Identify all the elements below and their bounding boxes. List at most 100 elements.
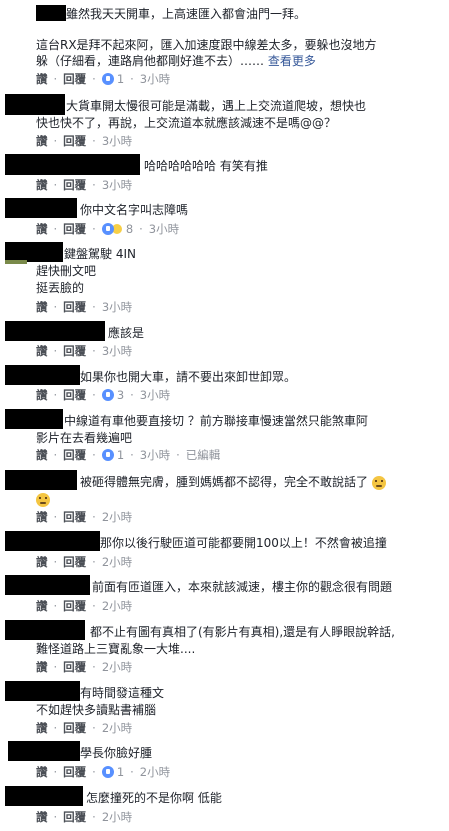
separator: · xyxy=(53,344,58,358)
separator: · xyxy=(53,72,58,86)
comment-text: 如果你也開大車，請不要出來卸世卸眾。 xyxy=(80,370,297,384)
timestamp[interactable]: 3小時 xyxy=(140,388,170,402)
redacted-avatar-name xyxy=(5,365,80,385)
reaction-count[interactable]: 1 xyxy=(117,765,124,779)
comment-actions: 讚 · 回覆 · 8 · 3小時 xyxy=(36,222,179,236)
separator: · xyxy=(92,222,96,236)
reaction-count[interactable]: 1 xyxy=(117,448,124,462)
separator: · xyxy=(92,660,96,674)
reply-link[interactable]: 回覆 xyxy=(63,599,86,613)
like-link[interactable]: 讚 xyxy=(36,178,48,192)
separator: · xyxy=(92,721,96,735)
separator: · xyxy=(92,599,96,613)
like-link[interactable]: 讚 xyxy=(36,555,48,569)
comment-text: 你中文名字叫志障嗎 xyxy=(80,203,189,217)
separator: · xyxy=(53,448,58,462)
separator: · xyxy=(92,344,96,358)
like-link[interactable]: 讚 xyxy=(36,660,48,674)
like-link[interactable]: 讚 xyxy=(36,765,48,779)
comment-text: 這台RX是拜不起來阿，匯入加速度跟中線差太多，要躲也沒地方 xyxy=(36,38,377,52)
like-link[interactable]: 讚 xyxy=(36,721,48,735)
comment-text: 那你以後行駛匝道可能都要開100以上！不然會被追撞 xyxy=(100,536,387,550)
reply-link[interactable]: 回覆 xyxy=(63,510,86,524)
timestamp[interactable]: 2小時 xyxy=(102,599,132,613)
reply-link[interactable]: 回覆 xyxy=(63,222,86,236)
comment-text: 快也快不了，再說，上交流道本就應該減速不是嗎@@？ xyxy=(36,116,337,130)
separator: · xyxy=(53,660,58,674)
separator: · xyxy=(53,599,58,613)
reply-link[interactable]: 回覆 xyxy=(63,555,86,569)
like-reaction-icon[interactable] xyxy=(101,73,114,85)
timestamp[interactable]: 3小時 xyxy=(102,134,132,148)
comment-actions: 讚 · 回覆 · 3小時 xyxy=(36,178,132,192)
redacted-avatar-name xyxy=(5,409,63,429)
like-link[interactable]: 讚 xyxy=(36,344,48,358)
like-link[interactable]: 讚 xyxy=(36,448,48,462)
timestamp[interactable]: 3小時 xyxy=(149,222,179,236)
reply-link[interactable]: 回覆 xyxy=(63,765,86,779)
see-more-link[interactable]: 查看更多 xyxy=(268,54,316,68)
like-reaction-icon[interactable] xyxy=(101,223,114,235)
reaction-count[interactable]: 8 xyxy=(126,222,133,236)
reply-link[interactable]: 回覆 xyxy=(63,134,86,148)
timestamp[interactable]: 3小時 xyxy=(140,72,170,86)
like-reaction-icon[interactable] xyxy=(101,766,114,778)
avatar[interactable] xyxy=(5,260,27,264)
comment-text: 中線道有車他要直接切 ？前方聯接車慢速當然只能煞車阿 xyxy=(64,414,368,428)
like-link[interactable]: 讚 xyxy=(36,72,48,86)
reply-link[interactable]: 回覆 xyxy=(63,300,86,314)
worried-face-emoji-icon xyxy=(371,475,386,490)
separator: · xyxy=(130,72,134,86)
separator: · xyxy=(53,555,58,569)
reply-link[interactable]: 回覆 xyxy=(63,72,86,86)
separator: · xyxy=(176,448,180,462)
like-link[interactable]: 讚 xyxy=(36,300,48,314)
reply-link[interactable]: 回覆 xyxy=(63,178,86,192)
timestamp[interactable]: 2小時 xyxy=(102,555,132,569)
like-reaction-icon[interactable] xyxy=(101,449,114,461)
redacted-avatar-name xyxy=(5,575,90,595)
comment-text xyxy=(36,491,50,507)
timestamp[interactable]: 2小時 xyxy=(102,721,132,735)
like-reaction-icon[interactable] xyxy=(101,389,114,401)
reply-link[interactable]: 回覆 xyxy=(63,721,86,735)
separator: · xyxy=(53,810,58,824)
reaction-count[interactable]: 1 xyxy=(117,72,124,86)
timestamp[interactable]: 3小時 xyxy=(102,344,132,358)
like-link[interactable]: 讚 xyxy=(36,134,48,148)
like-link[interactable]: 讚 xyxy=(36,510,48,524)
worried-face-emoji-icon xyxy=(36,492,50,507)
redacted-avatar-name xyxy=(5,786,83,806)
comment-text: 挺丟臉的 xyxy=(36,281,85,295)
timestamp[interactable]: 2小時 xyxy=(140,765,170,779)
separator: · xyxy=(53,510,58,524)
like-link[interactable]: 讚 xyxy=(36,810,48,824)
timestamp[interactable]: 2小時 xyxy=(102,510,132,524)
comment-actions: 讚 · 回覆 · 2小時 xyxy=(36,555,132,569)
reply-link[interactable]: 回覆 xyxy=(63,448,86,462)
edited-label[interactable]: 已編輯 xyxy=(186,448,221,462)
comment-actions: 讚 · 回覆 · 2小時 xyxy=(36,810,132,824)
timestamp[interactable]: 3小時 xyxy=(102,300,132,314)
like-link[interactable]: 讚 xyxy=(36,222,48,236)
like-link[interactable]: 讚 xyxy=(36,599,48,613)
reply-link[interactable]: 回覆 xyxy=(63,660,86,674)
reply-link[interactable]: 回覆 xyxy=(63,344,86,358)
comment-actions: 讚 · 回覆 · 3小時 xyxy=(36,344,132,358)
separator: · xyxy=(130,388,134,402)
reply-link[interactable]: 回覆 xyxy=(63,810,86,824)
timestamp[interactable]: 2小時 xyxy=(102,660,132,674)
reply-link[interactable]: 回覆 xyxy=(63,388,86,402)
reaction-count[interactable]: 3 xyxy=(117,388,124,402)
separator: · xyxy=(53,178,58,192)
timestamp[interactable]: 2小時 xyxy=(102,810,132,824)
timestamp[interactable]: 3小時 xyxy=(140,448,170,462)
separator: · xyxy=(92,72,96,86)
comment-text-part: 被砸得體無完膚，腫到媽媽都不認得，完全不敢說話了 xyxy=(80,475,369,489)
timestamp[interactable]: 3小時 xyxy=(102,178,132,192)
like-link[interactable]: 讚 xyxy=(36,388,48,402)
comment-actions: 讚 · 回覆 · 3 · 3小時 xyxy=(36,388,170,402)
comment-text: 鍵盤駕駛 4IN xyxy=(64,247,136,261)
redacted-avatar-name xyxy=(5,681,80,701)
comment-text: 難怪道路上三寶亂象一大堆.... xyxy=(36,642,196,656)
